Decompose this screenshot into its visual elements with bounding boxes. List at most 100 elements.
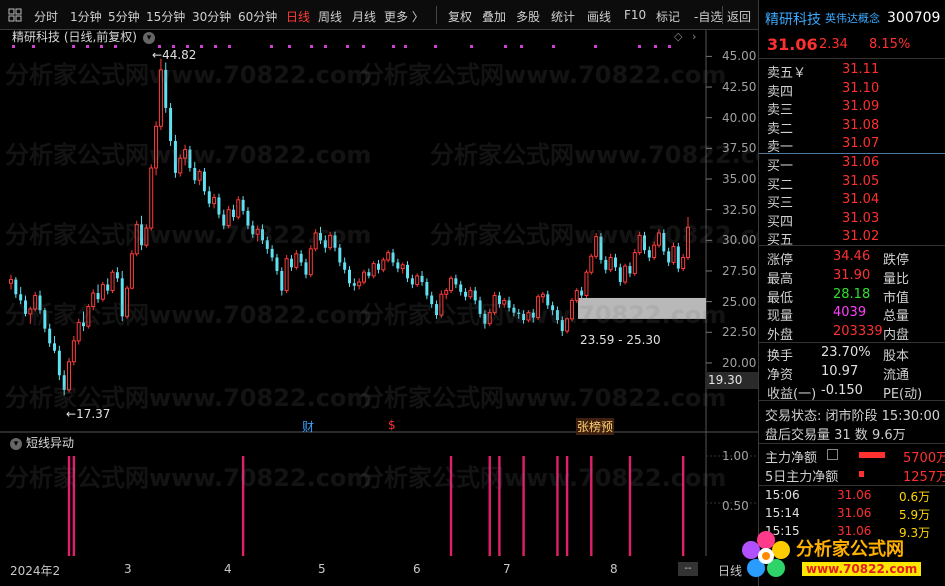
stat-value: 31.90 [833,267,871,283]
candle-body [207,191,211,204]
candle-body [134,223,139,255]
candle-body [348,269,351,284]
candle-body [106,284,110,291]
finance-marker[interactable]: 财 [302,418,314,435]
signal-bar [522,456,525,556]
signal-dot [228,45,231,48]
dropdown-icon[interactable]: ▾ [143,31,155,44]
candle-body [589,255,594,273]
candle-body [391,252,395,263]
stat-label: 外盘 [767,328,794,344]
tick-row[interactable]: 15:06 31.06 0.6万 [765,488,945,504]
signal-bar [590,456,593,556]
sub-y-tick-label: 1.00 [722,449,749,463]
candle-body [226,209,231,227]
y-tick-label: 35.00 [722,172,757,187]
candle-body [396,262,400,269]
tick-row[interactable]: 15:14 31.06 5.9万 [765,506,945,522]
candle-body [164,69,168,108]
stock-name[interactable]: 精研科技 [765,9,821,29]
signal-dot [504,45,507,48]
stat-value: 34.46 [833,249,871,264]
diamond-icon[interactable]: ◇ [674,30,682,43]
candle-body [14,279,18,295]
divider [759,400,945,401]
dropdown-icon[interactable]: ▾ [10,437,22,450]
candle-body [632,252,637,274]
candle-body [502,299,507,305]
stat-label: PE(动) [883,386,923,402]
candle-body [667,251,671,263]
y-tick-label: 22.50 [722,325,757,340]
signal-dot [668,45,671,48]
candle-body [82,322,86,327]
limit-list-marker[interactable]: 张榜预 [576,418,615,435]
candlestick-chart[interactable] [0,0,758,556]
price-change-pct: 8.15% [869,37,911,52]
signal-dot [552,45,555,48]
stat-value: 4039 [833,305,867,321]
x-tick-label: 7 [503,562,511,576]
dividend-marker[interactable]: $ [388,418,396,432]
logo-url: www.70822.com [802,562,922,576]
candle-body [531,312,535,318]
candle-body [110,271,115,292]
tick-volume: 5.9万 [899,508,931,522]
candle-body [270,248,274,258]
candle-body [454,278,458,285]
candle-body [656,232,661,246]
candle-body [352,283,356,286]
stat-value: 203339 [833,324,883,340]
sell-price: 31.08 [842,117,880,133]
candle-body [507,300,511,308]
candle-body [154,125,159,169]
y-tick-label: 30.00 [722,233,757,248]
stat-label: 净资 [767,367,794,383]
candle-body [260,229,264,241]
candle-body [169,107,173,142]
candle-body [410,278,414,285]
signal-bar [488,456,491,556]
candle-body [265,240,269,249]
concept-tag[interactable]: 英伟达概念 [825,10,880,26]
buy-label: 买四 [767,214,794,230]
signal-dot [270,45,273,48]
candle-body [71,340,76,363]
candle-body [371,263,376,277]
candle-body [255,228,260,235]
price-range-band [578,297,706,319]
candle-body [526,312,531,321]
candle-body [57,350,61,376]
candle-body [33,295,38,310]
signal-dot [200,45,203,48]
candle-body [415,275,420,285]
candle-body [173,141,177,173]
stat-label: 最低 [767,290,794,306]
sell-price: 31.07 [842,136,880,151]
x-tick-label: 4 [224,562,232,576]
expand-icon[interactable] [827,449,838,460]
buy-label: 买三 [767,196,794,211]
chevron-right-icon[interactable]: › [692,30,696,43]
signal-bar [565,456,569,556]
sub-indicator-title[interactable]: ▾ 短线异动 [10,434,74,451]
candle-body [420,275,424,283]
chart-title[interactable]: 精研科技 (日线,前复权) ▾ [12,28,155,45]
candle-body [540,293,545,298]
scroll-control[interactable]: -- [678,562,698,576]
divider [759,485,945,486]
signal-dot [346,45,349,48]
candle-body [328,234,333,249]
candle-body [367,272,371,276]
arrow-icon: ← [152,48,163,62]
candle-body [565,318,570,332]
signal-dot [638,45,641,48]
stat-label: 流通 [883,367,910,383]
candle-body [246,210,250,226]
signal-dot [86,45,89,48]
stat-label: 量比 [883,271,910,287]
tick-price: 31.06 [837,506,872,520]
candle-body [599,236,603,260]
signal-dot [362,45,365,48]
quote-panel: 精研科技 英伟达概念 300709 31.06 2.34 8.15% 卖五￥ 31… [758,0,945,586]
